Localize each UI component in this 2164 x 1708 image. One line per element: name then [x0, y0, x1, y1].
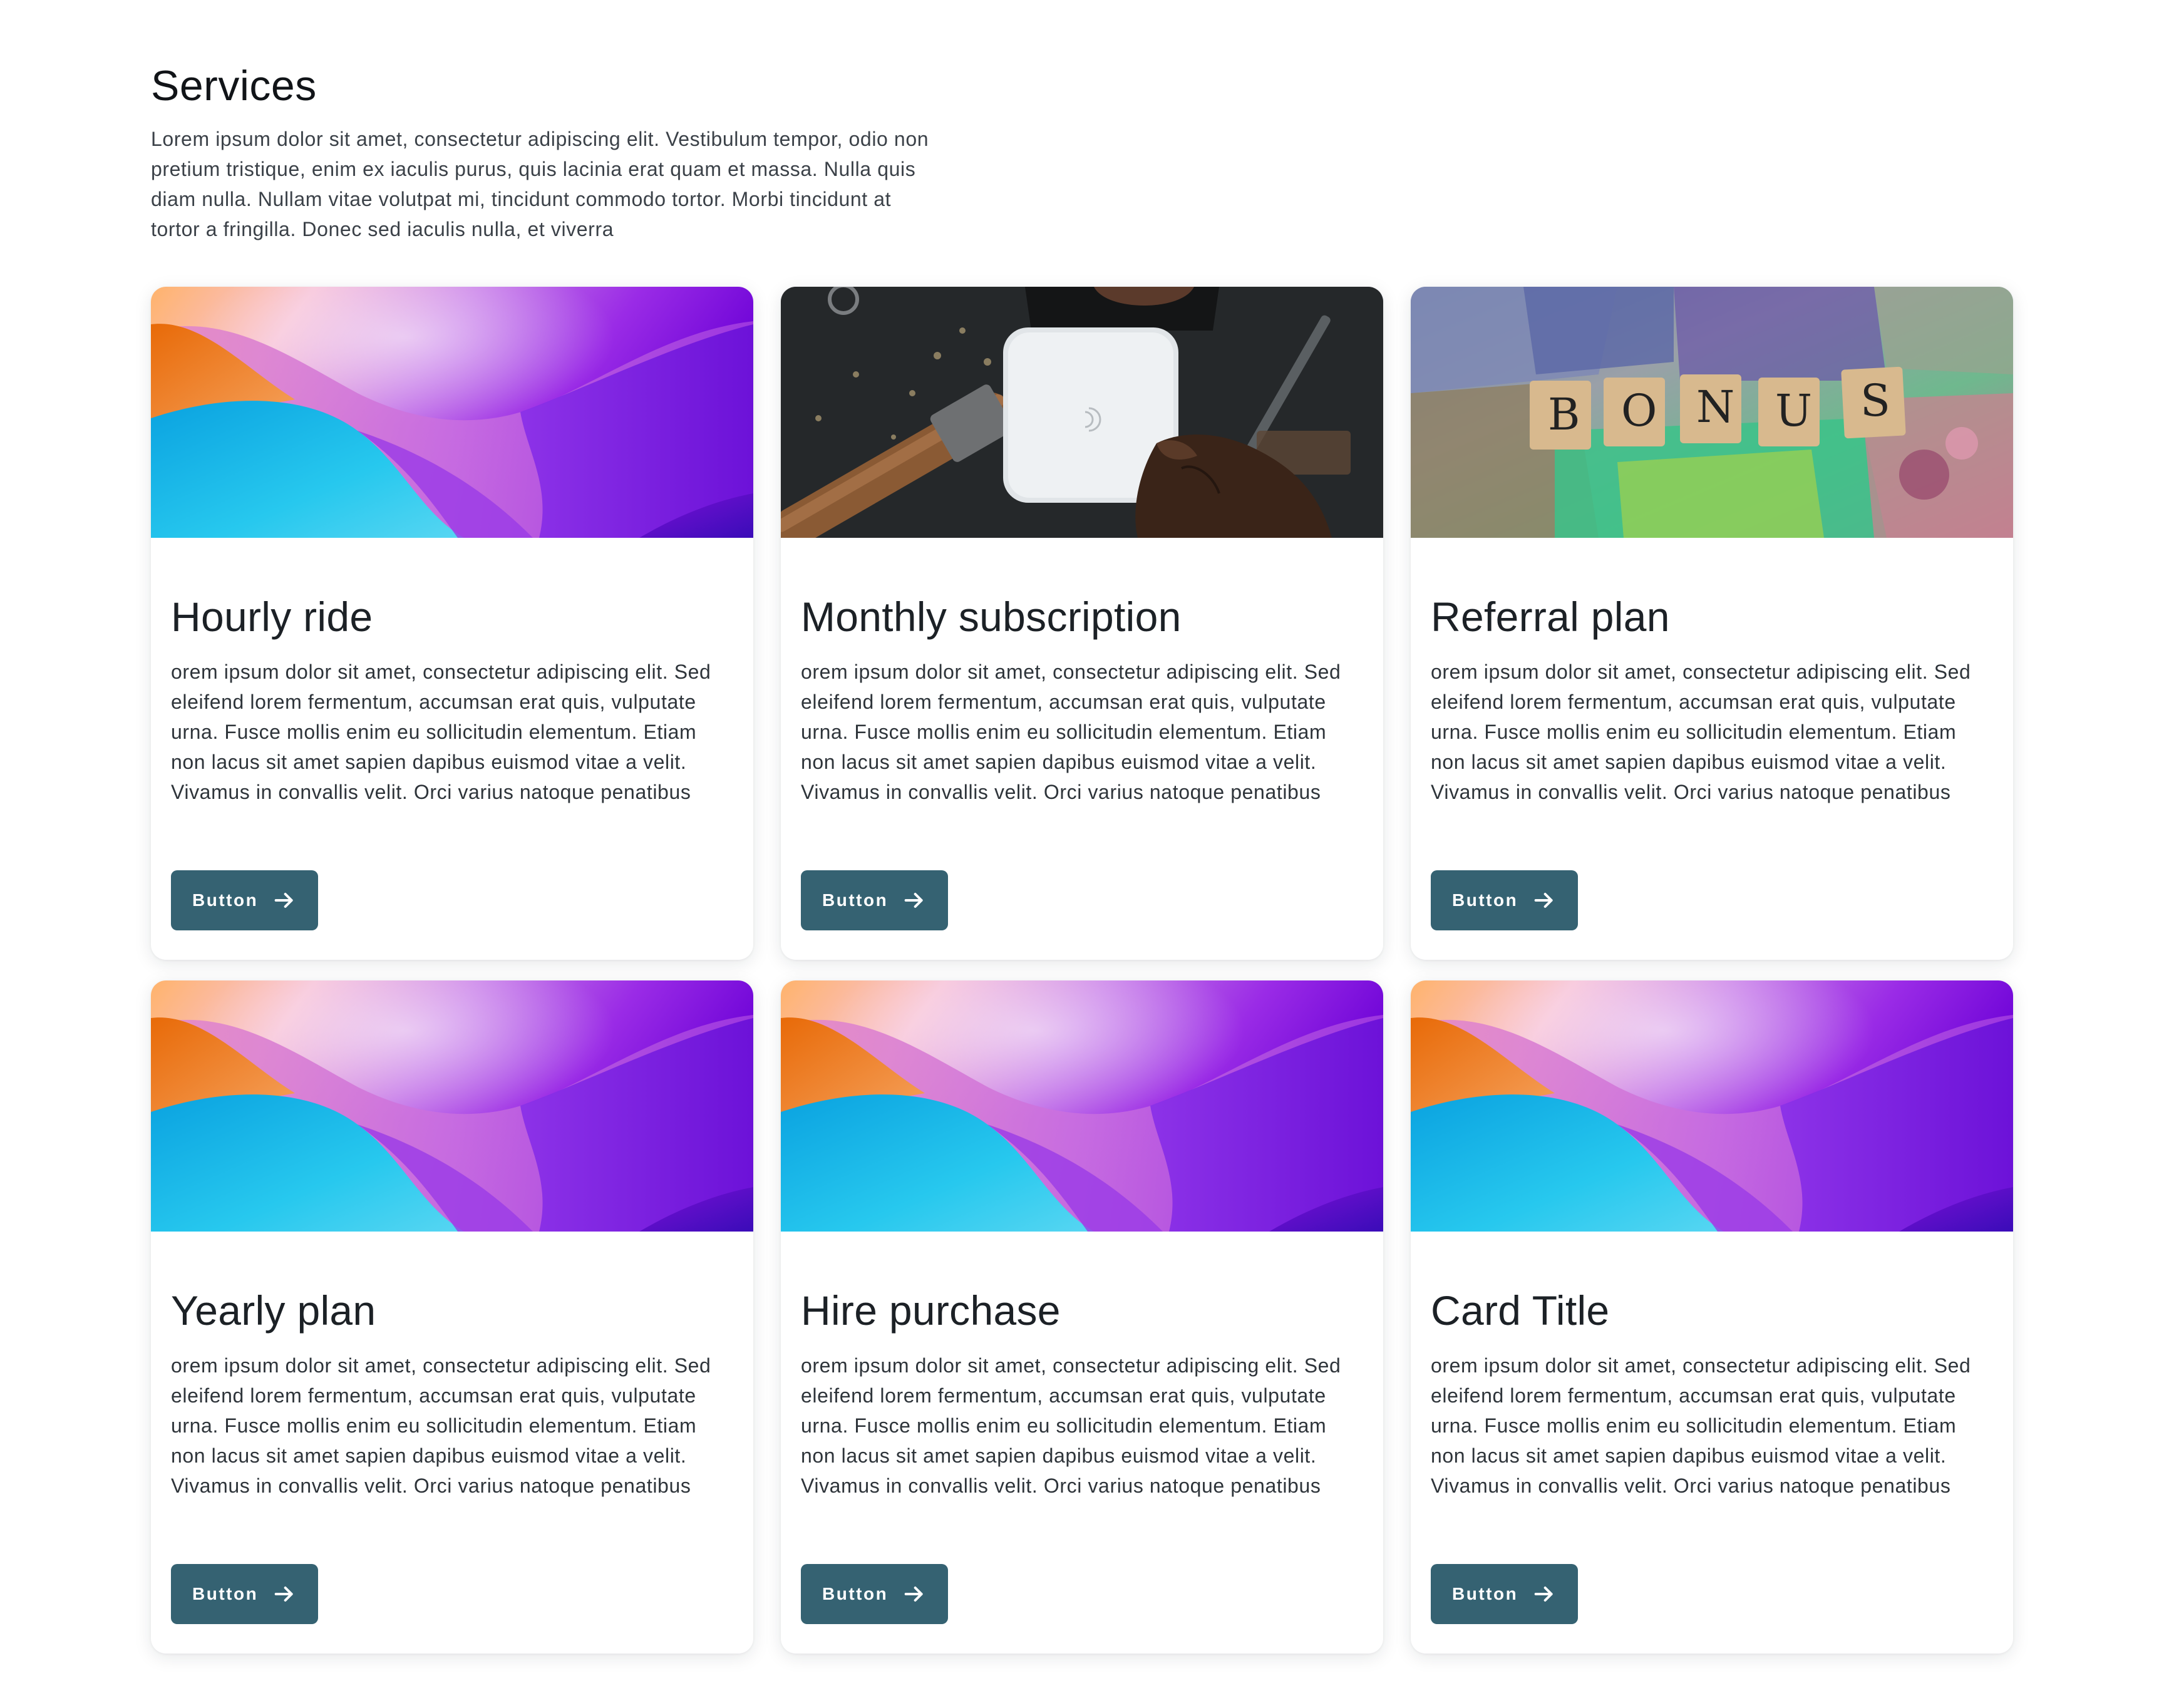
arrow-right-icon: [1532, 1582, 1557, 1607]
card-text: orem ipsum dolor sit amet, consectetur a…: [171, 1354, 711, 1497]
bonus-letter: S: [1860, 375, 1890, 426]
service-card-card-title: Card Title orem ipsum dolor sit amet, co…: [1411, 980, 2013, 1654]
card-button[interactable]: Button: [171, 870, 319, 930]
card-button[interactable]: Button: [801, 870, 949, 930]
card-text: orem ipsum dolor sit amet, consectetur a…: [1431, 1354, 1971, 1497]
service-card-yearly-plan: Yearly plan orem ipsum dolor sit amet, c…: [151, 980, 753, 1654]
service-card-hourly-ride: Hourly ride orem ipsum dolor sit amet, c…: [151, 287, 753, 960]
card-button[interactable]: Button: [801, 1564, 949, 1624]
arrow-right-icon: [1532, 888, 1557, 913]
card-image-gradient: [151, 980, 753, 1232]
bonus-letter: O: [1621, 385, 1657, 436]
card-text: orem ipsum dolor sit amet, consectetur a…: [801, 661, 1341, 803]
button-label: Button: [822, 890, 889, 910]
card-image-bonus-tiles: B O N U S: [1411, 287, 2013, 538]
card-image-gradient: [781, 980, 1383, 1232]
card-image-gradient: [1411, 980, 2013, 1232]
card-text: orem ipsum dolor sit amet, consectetur a…: [171, 661, 711, 803]
card-title: Card Title: [1431, 1287, 1610, 1334]
card-button[interactable]: Button: [1431, 870, 1579, 930]
card-image-gradient: [151, 287, 753, 538]
bonus-letter: U: [1775, 385, 1812, 436]
card-text: orem ipsum dolor sit amet, consectetur a…: [1431, 661, 1971, 803]
card-title: Referral plan: [1431, 594, 1670, 640]
services-card-grid: Hourly ride orem ipsum dolor sit amet, c…: [151, 287, 2013, 1654]
arrow-right-icon: [902, 888, 927, 913]
button-label: Button: [822, 1584, 889, 1603]
card-title: Monthly subscription: [801, 594, 1182, 640]
arrow-right-icon: [272, 1582, 297, 1607]
services-page: Services Lorem ipsum dolor sit amet, con…: [0, 0, 2164, 1708]
bonus-letter: B: [1548, 389, 1580, 440]
service-card-referral-plan: B O N U S Referral plan orem ipsum dolor…: [1411, 287, 2013, 960]
button-label: Button: [192, 1584, 259, 1603]
card-button[interactable]: Button: [1431, 1564, 1579, 1624]
button-label: Button: [1452, 1584, 1518, 1603]
service-card-hire-purchase: Hire purchase orem ipsum dolor sit amet,…: [781, 980, 1383, 1654]
button-label: Button: [192, 890, 259, 910]
card-text: orem ipsum dolor sit amet, consectetur a…: [801, 1354, 1341, 1497]
button-label: Button: [1452, 890, 1518, 910]
service-card-monthly-subscription: Monthly subscription orem ipsum dolor si…: [781, 287, 1383, 960]
section-title: Services: [151, 62, 317, 110]
card-title: Yearly plan: [171, 1287, 376, 1334]
card-button[interactable]: Button: [171, 1564, 319, 1624]
card-image-card-reader: [781, 287, 1383, 538]
arrow-right-icon: [272, 888, 297, 913]
arrow-right-icon: [902, 1582, 927, 1607]
bonus-letter: N: [1696, 381, 1734, 433]
section-description: Lorem ipsum dolor sit amet, consectetur …: [151, 128, 929, 240]
card-title: Hire purchase: [801, 1287, 1061, 1334]
card-title: Hourly ride: [171, 594, 373, 640]
